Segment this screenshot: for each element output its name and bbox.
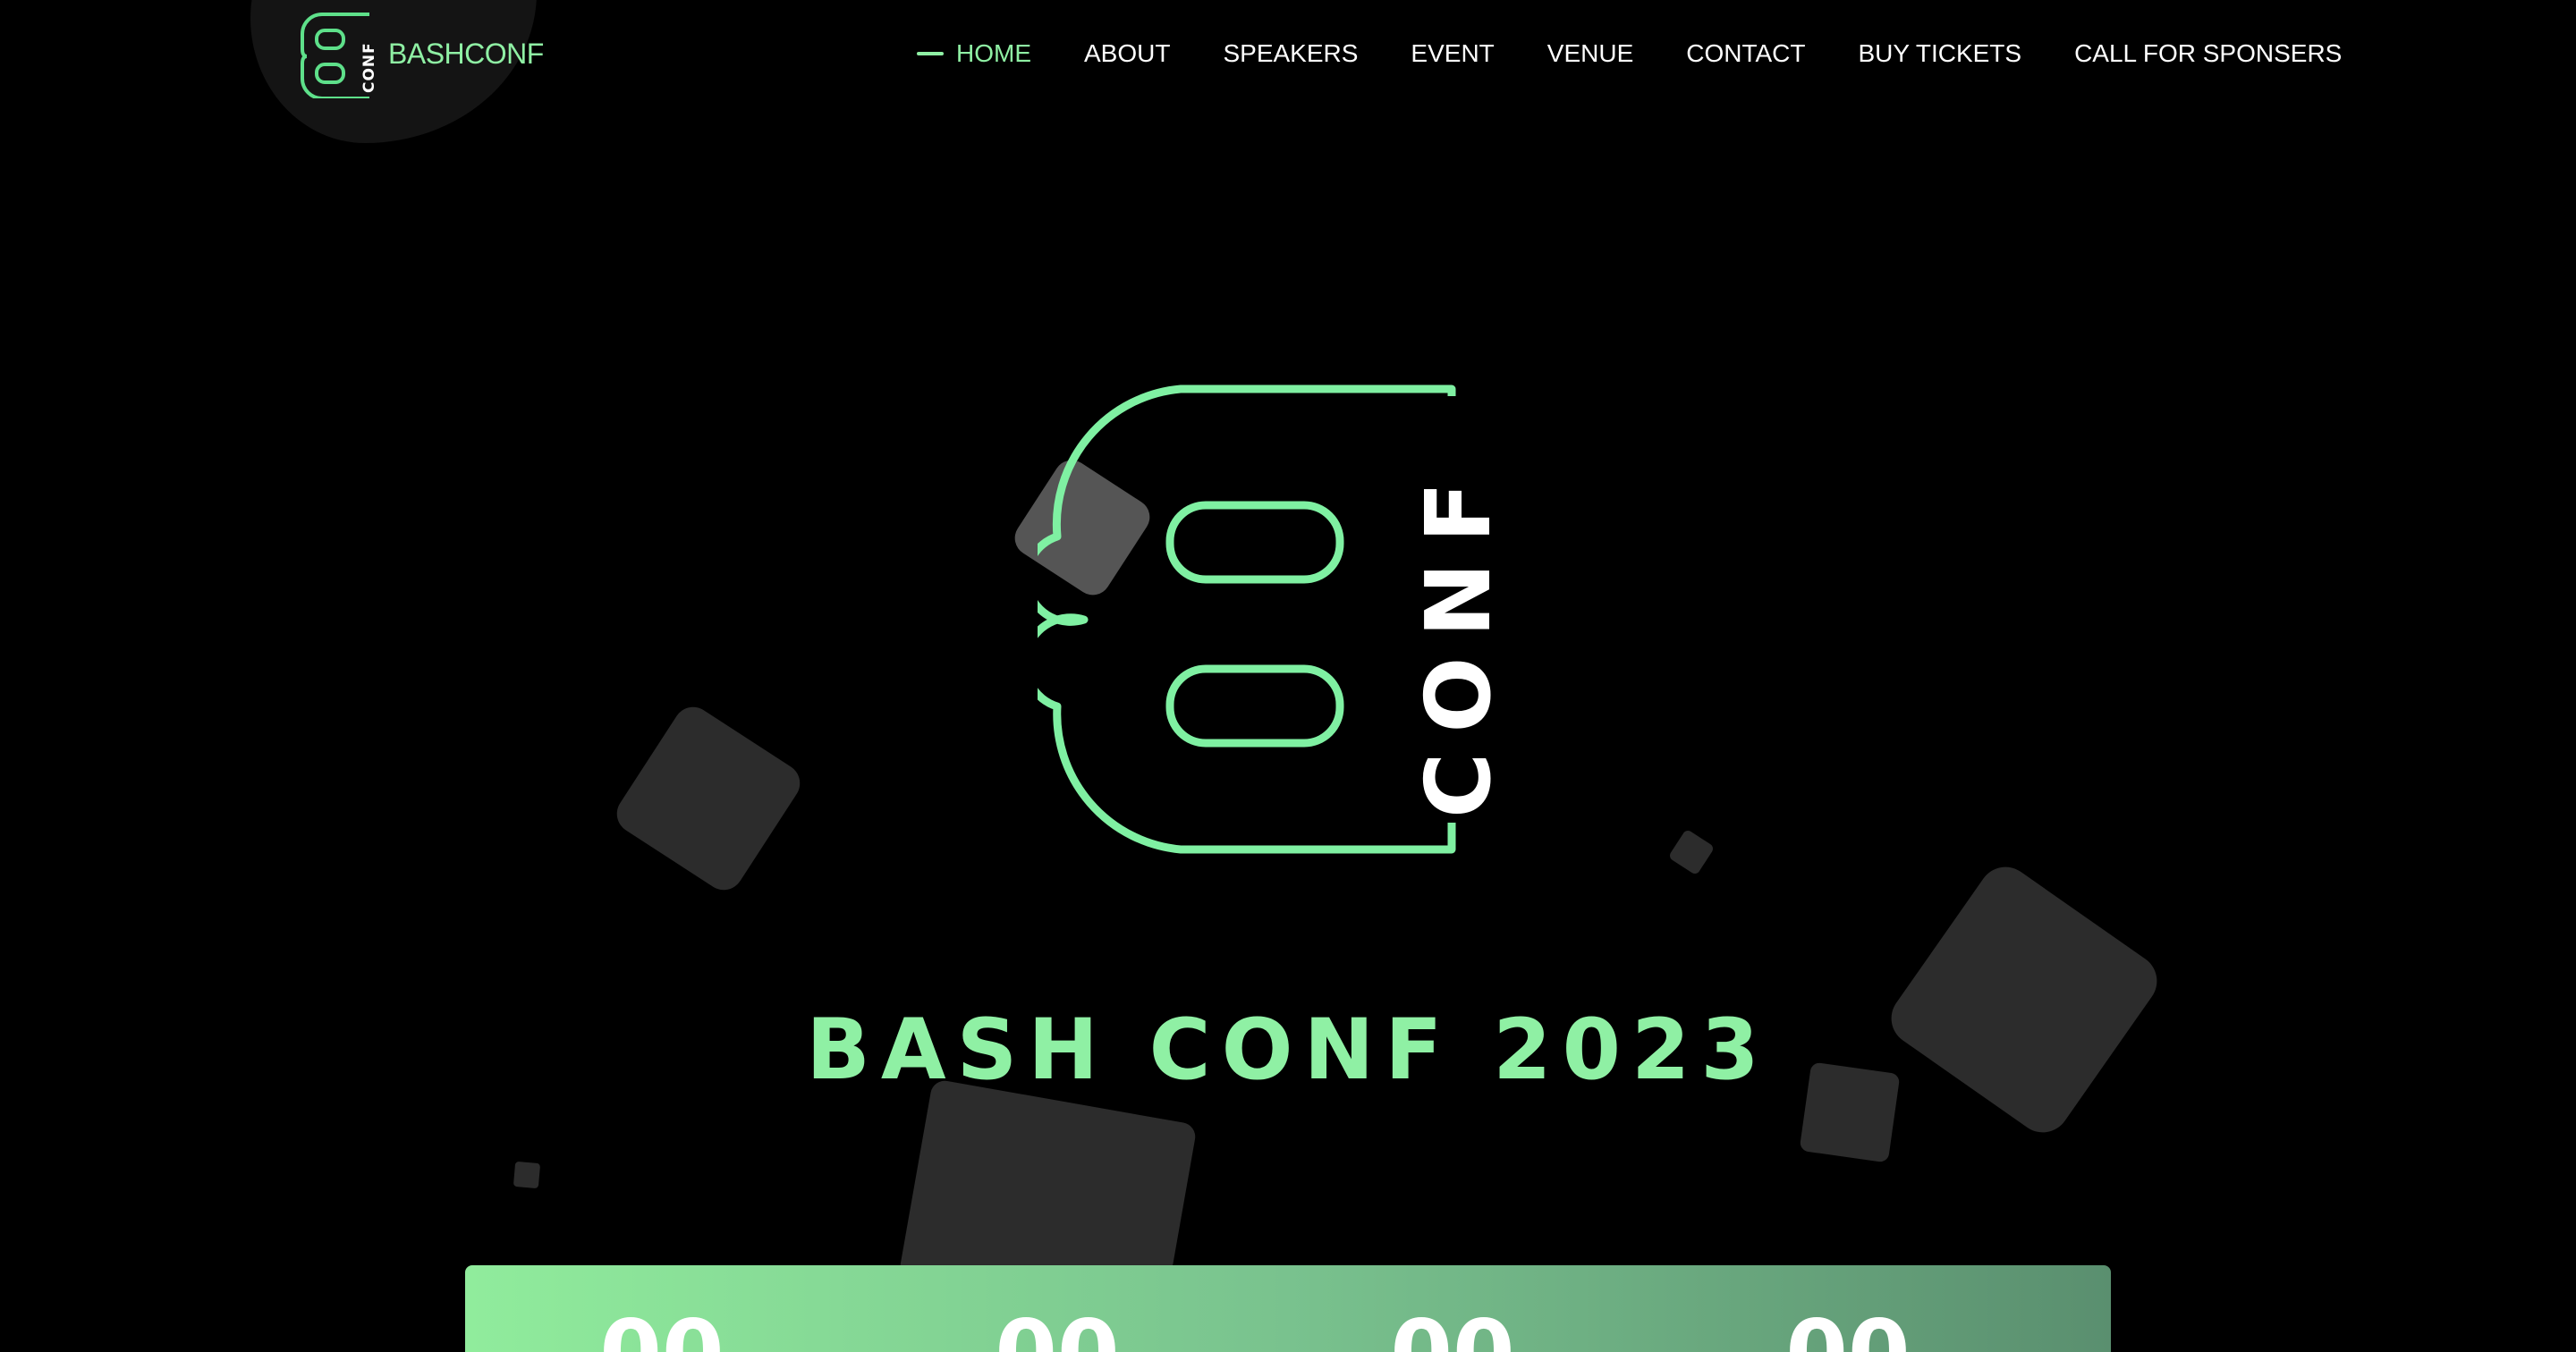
floating-square-decoration xyxy=(1880,856,2168,1144)
brand-logo-text: CONF xyxy=(360,42,378,93)
hero-logo-text: CONF xyxy=(1406,462,1503,818)
nav-item-label: SPEAKERS xyxy=(1223,39,1359,67)
countdown-panel: 00 00 00 00 xyxy=(465,1265,2111,1352)
floating-square-decoration xyxy=(1667,828,1716,876)
nav-item-venue[interactable]: VENUE xyxy=(1547,39,1633,68)
floating-square-decoration xyxy=(609,699,808,898)
bashconf-logo-icon: CONF xyxy=(301,13,378,98)
nav-item-about[interactable]: ABOUT xyxy=(1084,39,1170,68)
countdown-days: 00 xyxy=(572,1308,751,1352)
nav-item-speakers[interactable]: SPEAKERS xyxy=(1223,39,1358,68)
hero-title: BASH CONF 2023 xyxy=(806,1001,1770,1099)
nav-item-call-for-sponsers[interactable]: CALL FOR SPONSERS xyxy=(2074,39,2342,68)
active-indicator-icon xyxy=(917,52,944,55)
nav-item-label: CALL FOR SPONSERS xyxy=(2074,39,2343,67)
landing-page: CONF BASHCONF HOME ABOUT SPEAKERS EVENT … xyxy=(0,0,2576,1352)
nav-item-label: ABOUT xyxy=(1084,39,1171,67)
brand-name: BASHCONF xyxy=(388,37,544,70)
countdown-minutes: 00 xyxy=(1363,1308,1542,1352)
nav-item-label: CONTACT xyxy=(1686,39,1806,67)
nav-item-label: EVENT xyxy=(1411,39,1495,67)
floating-square-decoration xyxy=(513,1161,541,1189)
main-nav: HOME ABOUT SPEAKERS EVENT VENUE CONTACT … xyxy=(917,27,2342,80)
nav-item-label: VENUE xyxy=(1546,39,1634,67)
countdown-seconds: 00 xyxy=(1758,1308,1937,1352)
nav-item-contact[interactable]: CONTACT xyxy=(1686,39,1805,68)
nav-item-home[interactable]: HOME xyxy=(917,39,1031,68)
countdown-hours: 00 xyxy=(968,1308,1147,1352)
nav-item-event[interactable]: EVENT xyxy=(1411,39,1494,68)
nav-item-buy-tickets[interactable]: BUY TICKETS xyxy=(1859,39,2022,68)
hero-logo-icon: CONF xyxy=(1038,384,1503,854)
nav-item-label: HOME xyxy=(956,39,1031,67)
brand-link[interactable]: CONF BASHCONF xyxy=(295,9,544,98)
nav-item-label: BUY TICKETS xyxy=(1858,39,2022,67)
